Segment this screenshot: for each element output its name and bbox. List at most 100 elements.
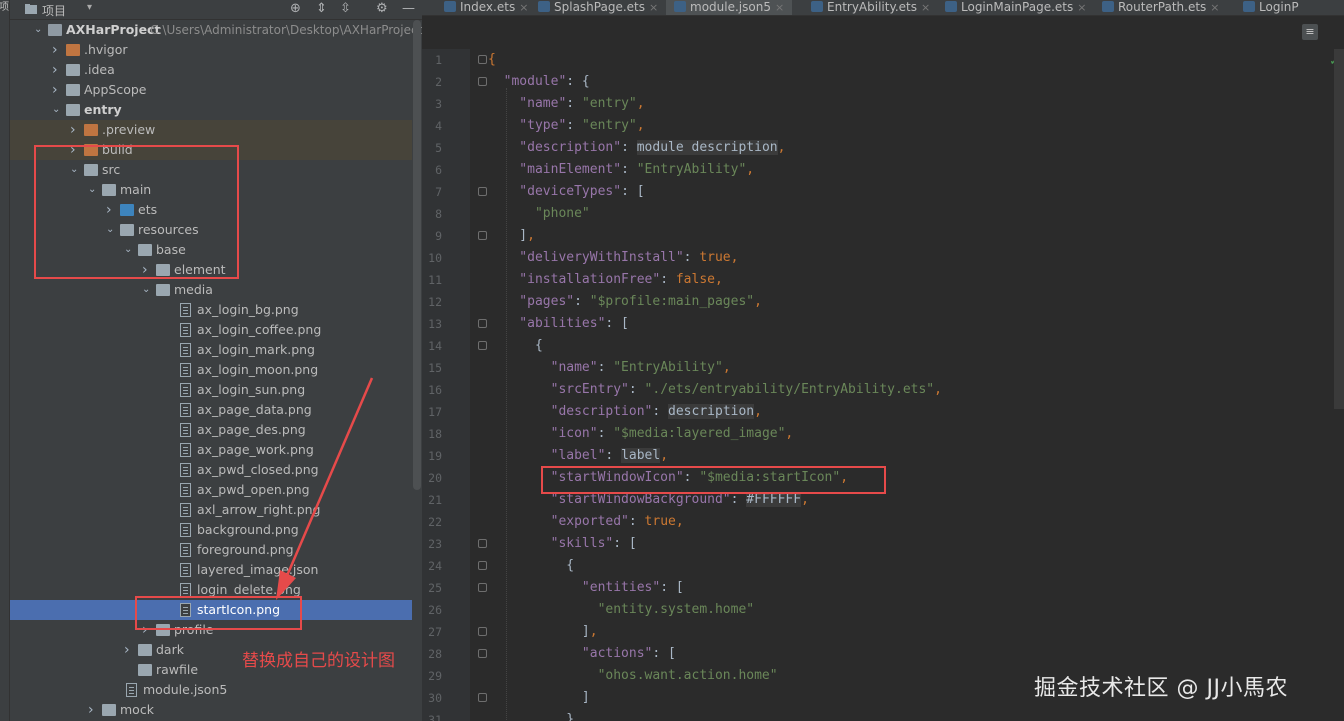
editor-tab[interactable]: LoginP: [1235, 0, 1307, 15]
code-line[interactable]: "pages": "$profile:main_pages",: [488, 291, 762, 313]
close-icon[interactable]: ×: [1210, 1, 1219, 14]
tree-file-item[interactable]: background.png: [10, 520, 412, 540]
code-line[interactable]: ],: [488, 621, 598, 643]
close-icon[interactable]: ×: [921, 1, 930, 14]
code-line[interactable]: "exported": true,: [488, 511, 684, 533]
close-icon[interactable]: ×: [1077, 1, 1086, 14]
tool-window-strip[interactable]: 项: [0, 0, 10, 721]
fold-marker-icon[interactable]: [478, 561, 487, 570]
fold-marker-icon[interactable]: [478, 187, 487, 196]
tree-file-item[interactable]: ax_pwd_closed.png: [10, 460, 412, 480]
chevron-down-icon[interactable]: ⌄: [142, 280, 152, 300]
chevron-right-icon[interactable]: ›: [88, 700, 98, 720]
tree-file-item[interactable]: ax_login_sun.png: [10, 380, 412, 400]
folder-icon: [66, 44, 80, 56]
fold-marker-icon[interactable]: [478, 231, 487, 240]
tree-file-item[interactable]: module.json5: [10, 680, 412, 700]
code-line[interactable]: "description": description,: [488, 401, 762, 423]
tree-file-item[interactable]: ax_page_des.png: [10, 420, 412, 440]
code-line[interactable]: "abilities": [: [488, 313, 629, 335]
code-line[interactable]: "label": label,: [488, 445, 668, 467]
code-line[interactable]: {: [488, 49, 496, 71]
editor-scrollbar[interactable]: [1334, 49, 1344, 409]
editor-tab[interactable]: EntryAbility.ets ×: [803, 0, 938, 15]
code-token: "actions": [488, 646, 653, 661]
tree-folder-item[interactable]: ⌄ entry: [10, 100, 412, 120]
code-line[interactable]: {: [488, 555, 574, 577]
fold-marker-icon[interactable]: [478, 649, 487, 658]
tree-folder-item[interactable]: › AppScope: [10, 80, 412, 100]
reader-mode-icon[interactable]: ≡: [1302, 24, 1318, 40]
project-panel-title[interactable]: 项目: [42, 2, 66, 19]
code-line[interactable]: {: [488, 335, 543, 357]
collapse-all-icon[interactable]: ⇕: [316, 1, 327, 16]
tree-file-item[interactable]: layered_image.json: [10, 560, 412, 580]
tree-file-item[interactable]: ax_login_coffee.png: [10, 320, 412, 340]
code-line[interactable]: "actions": [: [488, 643, 676, 665]
fold-marker-icon[interactable]: [478, 539, 487, 548]
chevron-down-icon[interactable]: ▾: [87, 2, 92, 13]
tree-folder-item[interactable]: › .preview: [10, 120, 412, 140]
close-icon[interactable]: ×: [775, 1, 784, 14]
code-line[interactable]: "srcEntry": "./ets/entryability/EntryAbi…: [488, 379, 942, 401]
minimize-icon[interactable]: —: [402, 1, 415, 16]
tree-file-item[interactable]: ax_login_moon.png: [10, 360, 412, 380]
close-icon[interactable]: ×: [519, 1, 528, 14]
editor-tab[interactable]: Index.ets ×: [436, 0, 536, 15]
code-line[interactable]: "installationFree": false,: [488, 269, 723, 291]
tree-file-item[interactable]: ax_pwd_open.png: [10, 480, 412, 500]
code-line[interactable]: "mainElement": "EntryAbility",: [488, 159, 754, 181]
fold-marker-icon[interactable]: [478, 319, 487, 328]
tree-file-item[interactable]: ax_page_work.png: [10, 440, 412, 460]
code-line[interactable]: "icon": "$media:layered_image",: [488, 423, 794, 445]
chevron-down-icon[interactable]: ⌄: [34, 20, 44, 40]
expand-all-icon[interactable]: ⇳: [340, 1, 351, 16]
editor-tab[interactable]: RouterPath.ets ×: [1094, 0, 1228, 15]
code-line[interactable]: "ohos.want.action.home": [488, 665, 778, 687]
tree-folder-item[interactable]: › .idea: [10, 60, 412, 80]
code-line[interactable]: "phone": [488, 203, 590, 225]
editor-tab[interactable]: SplashPage.ets ×: [530, 0, 666, 15]
fold-marker-icon[interactable]: [478, 627, 487, 636]
code-line[interactable]: "deviceTypes": [: [488, 181, 644, 203]
editor-tab[interactable]: LoginMainPage.ets ×: [937, 0, 1094, 15]
chevron-right-icon[interactable]: ›: [52, 80, 62, 100]
tree-file-item[interactable]: foreground.png: [10, 540, 412, 560]
code-line[interactable]: "skills": [: [488, 533, 637, 555]
chevron-right-icon[interactable]: ›: [52, 40, 62, 60]
chevron-right-icon[interactable]: ›: [52, 60, 62, 80]
close-icon[interactable]: ×: [649, 1, 658, 14]
tree-folder-item[interactable]: ⌄ media: [10, 280, 412, 300]
code-line[interactable]: "name": "entry",: [488, 93, 644, 115]
tree-file-item[interactable]: axl_arrow_right.png: [10, 500, 412, 520]
code-line[interactable]: ]: [488, 687, 590, 709]
code-line[interactable]: "entities": [: [488, 577, 684, 599]
tree-folder-item[interactable]: ⌄ AXHarProject C:\Users\Administrator\Desk…: [10, 20, 422, 40]
fold-marker-icon[interactable]: [478, 55, 487, 64]
code-line[interactable]: }: [488, 709, 574, 721]
tree-file-item[interactable]: ax_login_mark.png: [10, 340, 412, 360]
fold-marker-icon[interactable]: [478, 341, 487, 350]
project-scrollbar[interactable]: [413, 20, 421, 490]
chevron-right-icon[interactable]: ›: [70, 120, 80, 140]
code-line[interactable]: "deliveryWithInstall": true,: [488, 247, 738, 269]
code-line[interactable]: "description": module description,: [488, 137, 785, 159]
tree-folder-item[interactable]: › mock: [10, 700, 412, 720]
settings-icon[interactable]: ⚙: [376, 1, 388, 16]
chevron-right-icon[interactable]: ›: [124, 640, 134, 660]
code-line[interactable]: "type": "entry",: [488, 115, 644, 137]
code-line[interactable]: "name": "EntryAbility",: [488, 357, 731, 379]
code-line[interactable]: "module": {: [488, 71, 590, 93]
tree-file-item[interactable]: ax_page_data.png: [10, 400, 412, 420]
fold-marker-icon[interactable]: [478, 693, 487, 702]
tree-file-item[interactable]: ax_login_bg.png: [10, 300, 412, 320]
crosshair-icon[interactable]: ⊕: [290, 1, 301, 16]
editor-tab[interactable]: module.json5 ×: [666, 0, 793, 15]
project-tool-label[interactable]: 项: [0, 2, 9, 13]
code-line[interactable]: "entity.system.home": [488, 599, 755, 621]
code-line[interactable]: ],: [488, 225, 535, 247]
tree-folder-item[interactable]: › .hvigor: [10, 40, 412, 60]
chevron-down-icon[interactable]: ⌄: [52, 100, 62, 120]
fold-marker-icon[interactable]: [478, 77, 487, 86]
fold-marker-icon[interactable]: [478, 583, 487, 592]
